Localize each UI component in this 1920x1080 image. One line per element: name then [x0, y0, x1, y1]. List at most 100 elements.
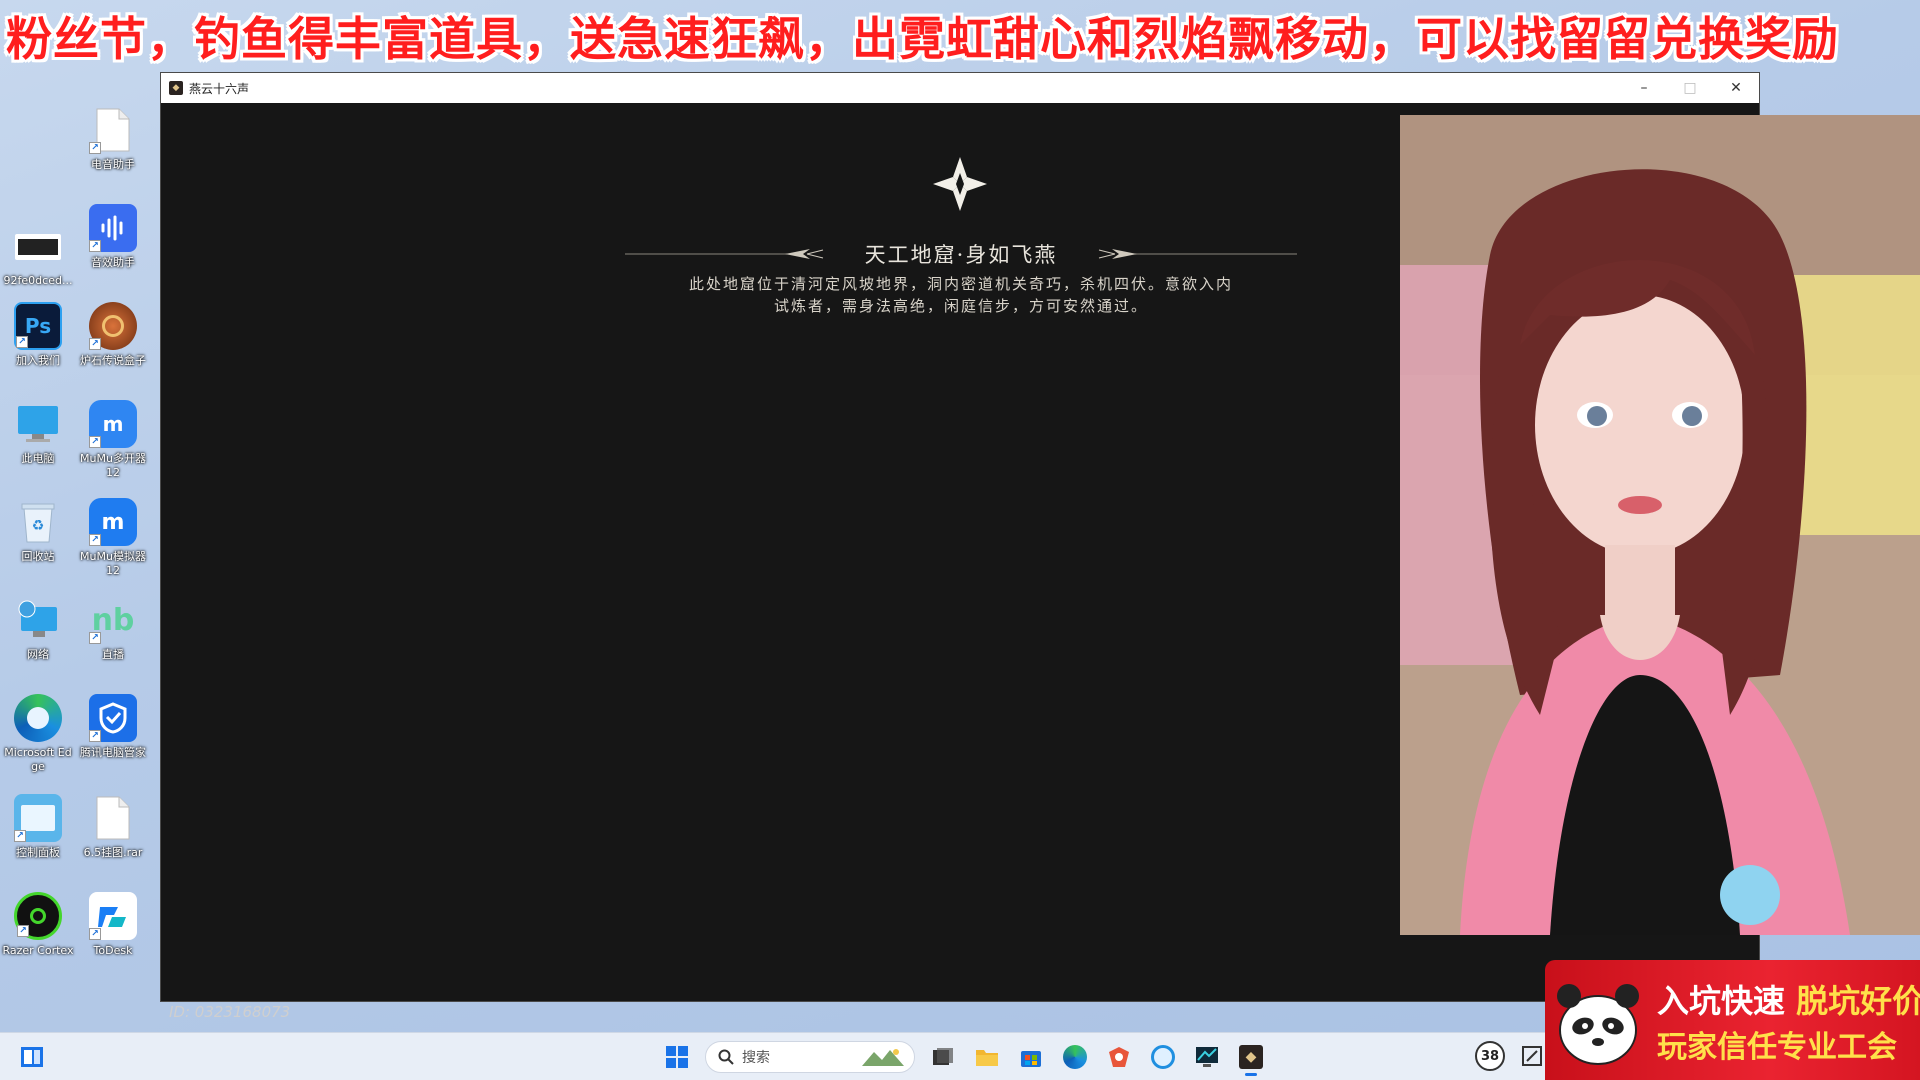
- desktop-icon-todesk[interactable]: ↗ ToDesk: [77, 892, 149, 958]
- desktop-icon-tencent-manager[interactable]: ↗ 腾讯电脑管家: [77, 694, 149, 760]
- app-button-monitor[interactable]: [1187, 1037, 1227, 1077]
- desktop-icon-hearthstone[interactable]: ↗ 炉石传说盒子: [77, 302, 149, 368]
- right-ornament-icon: [1099, 249, 1298, 259]
- store-icon: [1021, 1051, 1041, 1067]
- monitor-app-icon: [1196, 1047, 1218, 1067]
- game-app-icon: ◆: [1239, 1045, 1263, 1069]
- window-controls: – □ ✕: [1621, 73, 1759, 103]
- desktop-icon-label: 音效助手: [91, 256, 135, 269]
- start-button[interactable]: [657, 1037, 697, 1077]
- panda-mascot-icon: [1557, 984, 1639, 1065]
- computer-icon: [14, 400, 62, 448]
- desktop-icon-label: 回收站: [21, 550, 55, 563]
- game-app-icon: ◆: [169, 81, 183, 95]
- hearthstone-box-icon: ↗: [89, 302, 137, 350]
- promo-headline-part: 入坑快速: [1657, 982, 1786, 1020]
- desktop-icon-razer-cortex[interactable]: ↗ Razer Cortex: [2, 892, 74, 958]
- app-red-icon: [1109, 1047, 1129, 1067]
- desktop-icon-network[interactable]: 网络: [2, 596, 74, 662]
- system-tray: 38: [1475, 1041, 1543, 1071]
- file-icon: ↗: [89, 106, 137, 154]
- file-icon: [89, 794, 137, 842]
- desktop-icon-label: 炉石传说盒子: [80, 354, 146, 367]
- network-icon: [14, 596, 62, 644]
- desktop-icon-label: 电音助手: [91, 158, 135, 171]
- audio-wave-icon: ↗: [89, 204, 137, 252]
- promo-headline: 入坑快速 脱坑好价: [1657, 976, 1920, 1022]
- desktop-icon-label: Microsoft Edge: [4, 746, 72, 773]
- desktop-icon-label: 控制面板: [16, 846, 60, 859]
- image-thumb-icon: [15, 234, 61, 260]
- desktop-icon-yinxiao[interactable]: ↗ 音效助手: [77, 204, 149, 270]
- notification-count-badge[interactable]: 38: [1475, 1041, 1505, 1071]
- desktop-icon-label: MuMu多开器12: [80, 452, 146, 479]
- todesk-icon: ↗: [89, 892, 137, 940]
- snip-tool-icon[interactable]: [1521, 1045, 1543, 1067]
- description-line: 试炼者，需身法高绝，闲庭信步，方可安然通过。: [773, 297, 1148, 315]
- app-circle-icon: [1151, 1045, 1175, 1069]
- taskbar-search[interactable]: 搜索: [705, 1041, 915, 1073]
- edge-button[interactable]: [1055, 1037, 1095, 1077]
- desktop-icon-label: 此电脑: [21, 452, 55, 465]
- task-view-icon: [933, 1048, 953, 1065]
- challenge-heading-row: 天工地窟·身如飞燕: [621, 237, 1301, 271]
- promo-subline: 玩家信任专业工会: [1657, 1030, 1897, 1065]
- search-placeholder: 搜索: [742, 1050, 770, 1066]
- desktop-icon-recycle-bin[interactable]: ♻ 回收站: [2, 498, 74, 564]
- control-panel-icon: ↗: [14, 794, 62, 842]
- desktop-icon-this-pc[interactable]: 此电脑: [2, 400, 74, 466]
- edge-icon: [14, 694, 62, 742]
- widgets-icon[interactable]: [20, 1045, 44, 1069]
- desktop-icon-label: 92fe0dced...: [3, 274, 73, 287]
- svg-text:♻: ♻: [32, 518, 45, 534]
- desktop-icon-rar-file[interactable]: 6.5挂图.rar: [77, 794, 149, 860]
- desktop-icon-live[interactable]: nb ↗ 直播: [77, 596, 149, 662]
- desktop-icon-label: ToDesk: [93, 944, 133, 957]
- stream-banner: 粉丝节，钓鱼得丰富道具，送急速狂飙，出霓虹甜心和烈焰飘移动，可以找留留兑换奖励: [6, 12, 1839, 66]
- challenge-title: 天工地窟·身如飞燕: [864, 243, 1058, 267]
- desktop-icon-edge[interactable]: Microsoft Edge: [2, 694, 74, 774]
- edge-icon: [1063, 1045, 1087, 1069]
- recycle-bin-icon: ♻: [14, 498, 62, 546]
- desktop-icon-image-file[interactable]: 92fe0dced...: [2, 222, 74, 288]
- emblem-icon: [933, 157, 987, 211]
- photoshop-icon: Ps ↗: [14, 302, 62, 350]
- desktop-icon-label: 腾讯电脑管家: [80, 746, 146, 759]
- desktop-icon-dianyin[interactable]: ↗ 电音助手: [77, 106, 149, 172]
- minimize-button[interactable]: –: [1621, 73, 1667, 103]
- windows-icon: [666, 1046, 688, 1068]
- app-button-red[interactable]: [1099, 1037, 1139, 1077]
- player-id: ID: 0323168073: [169, 1003, 291, 1021]
- razer-cortex-icon: ↗: [14, 892, 62, 940]
- app-button-circle[interactable]: [1143, 1037, 1183, 1077]
- desktop-icon-label: 网络: [27, 648, 49, 661]
- window-title: 燕云十六声: [189, 81, 250, 96]
- promo-headline-highlight: 脱坑好价: [1796, 982, 1920, 1020]
- desktop-icon-control-panel[interactable]: ↗ 控制面板: [2, 794, 74, 860]
- desktop-icon-label: 加入我们: [16, 354, 60, 367]
- close-button[interactable]: ✕: [1713, 73, 1759, 103]
- search-icon: [718, 1049, 734, 1065]
- maximize-button[interactable]: □: [1667, 73, 1713, 103]
- promo-card[interactable]: 入坑快速 脱坑好价 玩家信任专业工会: [1545, 960, 1920, 1080]
- desktop-icon-photoshop[interactable]: Ps ↗ 加入我们: [2, 302, 74, 368]
- folder-icon: [976, 1050, 998, 1066]
- desktop-icon-label: 直播: [102, 648, 124, 661]
- streamer-figure-image: [1400, 115, 1920, 935]
- tencent-shield-icon: ↗: [89, 694, 137, 742]
- desktop-icon-mumu-multi[interactable]: m ↗ MuMu多开器12: [77, 400, 149, 480]
- mumu-multi-icon: m ↗: [89, 400, 137, 448]
- desktop-icon-mumu-emulator[interactable]: m ↗ MuMu模拟器12: [77, 498, 149, 578]
- search-highlight-icon: [862, 1049, 904, 1066]
- webcam-overlay: [1400, 115, 1920, 935]
- taskbar-center: 搜索 ◆: [655, 1037, 1273, 1077]
- window-titlebar[interactable]: ◆ 燕云十六声 – □ ✕: [161, 73, 1759, 103]
- challenge-description: 此处地窟位于清河定风坡地界，洞内密道机关奇巧，杀机四伏。意欲入内 试炼者，需身法…: [661, 273, 1261, 317]
- store-button[interactable]: [1011, 1037, 1051, 1077]
- mumu-emulator-icon: m ↗: [89, 498, 137, 546]
- task-view-button[interactable]: [923, 1037, 963, 1077]
- live-icon: nb ↗: [89, 596, 137, 644]
- game-taskbar-button[interactable]: ◆: [1231, 1037, 1271, 1077]
- desktop-icon-label: 6.5挂图.rar: [83, 846, 143, 859]
- file-explorer-button[interactable]: [967, 1037, 1007, 1077]
